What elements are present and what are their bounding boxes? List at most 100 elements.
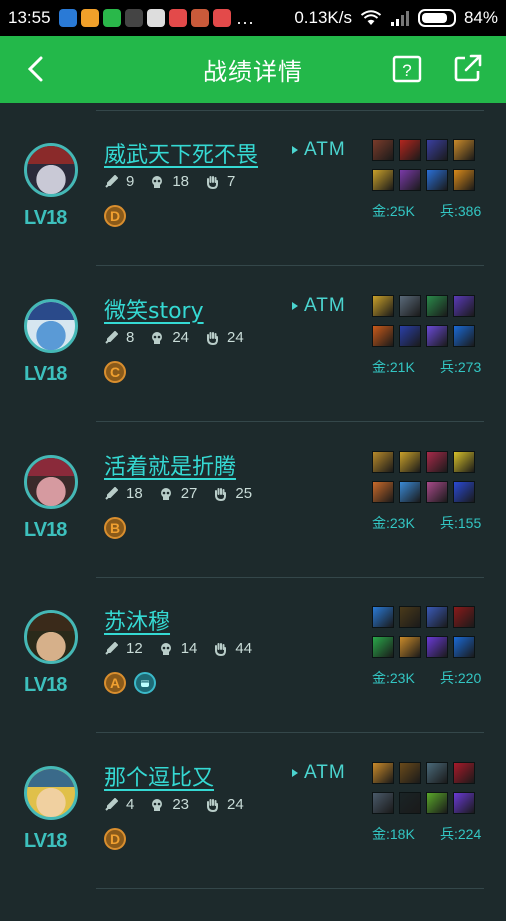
item-icon[interactable]	[372, 295, 394, 317]
skull-icon	[160, 642, 171, 655]
item-icon[interactable]	[426, 481, 448, 503]
sword-icon	[105, 797, 118, 811]
divider	[96, 577, 484, 578]
signal-icon	[390, 11, 409, 26]
item-icon[interactable]	[372, 606, 394, 628]
player-avatar[interactable]	[24, 455, 78, 509]
item-icon[interactable]	[426, 636, 448, 658]
grade-badge: A	[104, 672, 126, 694]
player-level: LV18	[24, 519, 67, 541]
item-icon[interactable]	[426, 139, 448, 161]
item-icon[interactable]	[372, 762, 394, 784]
item-icon[interactable]	[399, 295, 421, 317]
item-icon[interactable]	[399, 481, 421, 503]
item-icon[interactable]	[453, 325, 475, 347]
player-row[interactable]: LV18 威武天下死不畏 ATM 9 18 7 D 金:25K 兵:386	[0, 139, 506, 298]
item-icon[interactable]	[453, 481, 475, 503]
triangle-icon	[292, 146, 298, 154]
minion-value: 兵:155	[440, 515, 482, 531]
player-row[interactable]: LV18 那个逗比又 ATM 4 23 24 D 金:18K 兵:224	[0, 762, 506, 921]
item-icon[interactable]	[453, 606, 475, 628]
player-avatar[interactable]	[24, 143, 78, 197]
item-icon[interactable]	[426, 169, 448, 191]
item-icon[interactable]	[399, 762, 421, 784]
item-icon[interactable]	[399, 606, 421, 628]
sword-icon	[105, 330, 118, 344]
item-icon[interactable]	[453, 139, 475, 161]
item-icon[interactable]	[372, 451, 394, 473]
kills-value: 12	[126, 640, 143, 657]
deaths-value: 14	[180, 640, 198, 657]
badges: C	[104, 361, 126, 383]
atm-label: ATM	[304, 295, 346, 316]
deaths-value: 24	[172, 329, 190, 346]
item-icon[interactable]	[426, 451, 448, 473]
help-icon[interactable]: ?	[392, 54, 422, 84]
item-icon[interactable]	[372, 636, 394, 658]
item-icon[interactable]	[453, 762, 475, 784]
item-icon[interactable]	[372, 792, 394, 814]
item-icon[interactable]	[426, 792, 448, 814]
hand-icon	[215, 487, 227, 501]
item-icon[interactable]	[426, 762, 448, 784]
player-row[interactable]: LV18 微笑story ATM 8 24 24 C 金:21K 兵:273	[0, 295, 506, 454]
item-icon[interactable]	[426, 606, 448, 628]
gold-value: 金:23K	[372, 515, 415, 531]
share-icon[interactable]	[452, 52, 484, 84]
item-icon[interactable]	[453, 295, 475, 317]
item-icon[interactable]	[399, 451, 421, 473]
player-avatar[interactable]	[24, 610, 78, 664]
item-icon[interactable]	[426, 295, 448, 317]
skull-icon	[152, 331, 163, 344]
deaths-value: 27	[180, 485, 198, 502]
atm-tag: ATM	[292, 762, 346, 784]
player-name-link[interactable]: 威武天下死不畏	[104, 137, 258, 169]
item-icon[interactable]	[399, 169, 421, 191]
assists-value: 7	[227, 173, 236, 190]
wifi-icon	[360, 10, 382, 25]
player-row[interactable]: LV18 苏沐穆 12 14 44 A 金:23K 兵:220	[0, 606, 506, 765]
sword-icon	[105, 641, 118, 655]
kda-stats: 4 23 24	[104, 796, 260, 813]
triangle-icon	[292, 769, 298, 777]
player-name-link[interactable]: 那个逗比又	[104, 760, 214, 792]
item-icon[interactable]	[399, 636, 421, 658]
wechat-icon	[102, 9, 121, 27]
app-header: 战绩详情 ?	[0, 36, 506, 103]
item-icon[interactable]	[399, 139, 421, 161]
item-icon[interactable]	[426, 325, 448, 347]
player-avatar[interactable]	[24, 766, 78, 820]
divider	[96, 732, 484, 733]
atm-label: ATM	[304, 139, 346, 160]
player-name-link[interactable]: 活着就是折腾	[104, 449, 236, 481]
minion-value: 兵:273	[440, 359, 482, 375]
item-icon[interactable]	[372, 139, 394, 161]
item-icon[interactable]	[372, 325, 394, 347]
item-icon[interactable]	[372, 481, 394, 503]
item-icon[interactable]	[399, 325, 421, 347]
more-notifications-icon: ...	[236, 7, 255, 28]
minion-value: 兵:224	[440, 826, 482, 842]
item-icon[interactable]	[453, 451, 475, 473]
atm-tag: ATM	[292, 295, 346, 317]
player-name-link[interactable]: 微笑story	[104, 293, 204, 325]
item-icon[interactable]	[372, 169, 394, 191]
player-avatar[interactable]	[24, 299, 78, 353]
item-icon[interactable]	[453, 636, 475, 658]
item-icon[interactable]	[399, 792, 421, 814]
player-row[interactable]: LV18 活着就是折腾 18 27 25 B 金:23K 兵:155	[0, 451, 506, 610]
assists-value: 24	[227, 796, 244, 813]
hand-icon	[207, 798, 219, 812]
item-icon[interactable]	[453, 792, 475, 814]
gold-value: 金:25K	[372, 203, 415, 219]
player-name-link[interactable]: 苏沐穆	[104, 604, 170, 636]
back-arrow-icon[interactable]	[22, 54, 52, 84]
player-level: LV18	[24, 830, 67, 852]
kda-stats: 12 14 44	[104, 640, 268, 657]
gold-value: 金:23K	[372, 670, 415, 686]
item-icon[interactable]	[453, 169, 475, 191]
notification-icons	[58, 9, 231, 27]
network-speed: 0.13K/s	[294, 8, 352, 27]
hand-icon	[215, 642, 227, 656]
divider	[96, 421, 484, 422]
